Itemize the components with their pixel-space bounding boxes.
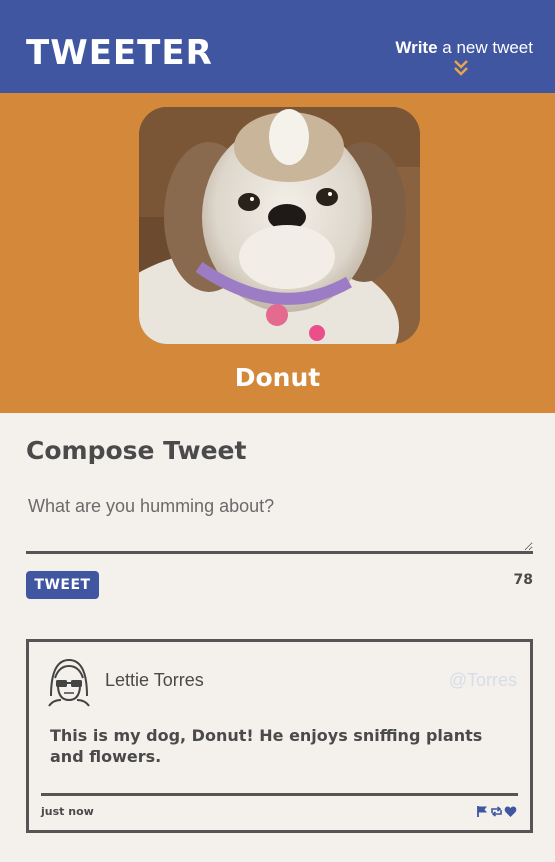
double-chevron-down-icon[interactable] — [453, 59, 469, 77]
compose-title: Compose Tweet — [26, 436, 247, 465]
dog-photo — [139, 107, 420, 344]
profile-username: Donut — [234, 363, 321, 392]
top-nav: TWEETER Write a new tweet — [0, 0, 555, 93]
write-bold-label: Write — [395, 38, 438, 57]
tweet-timestamp: just now — [41, 805, 94, 818]
tweet-author-handle: @Torres — [448, 670, 517, 690]
brand-logo: TWEETER — [26, 33, 213, 73]
tweet-text-input[interactable] — [26, 490, 533, 554]
tweet-submit-button[interactable]: TWEET — [26, 571, 99, 599]
write-rest-label: a new tweet — [437, 38, 533, 57]
tweet-actions — [476, 804, 517, 818]
profile-header: Donut — [0, 93, 555, 413]
heart-icon[interactable] — [504, 805, 517, 818]
profile-avatar — [139, 107, 420, 344]
retweet-icon[interactable] — [490, 805, 503, 818]
character-counter: 78 — [513, 572, 533, 588]
flag-icon[interactable] — [476, 805, 489, 818]
tweet-divider — [41, 793, 518, 796]
user-glasses-avatar-icon — [48, 658, 90, 707]
tweet-content: This is my dog, Donut! He enjoys sniffin… — [50, 726, 483, 766]
write-new-tweet-link[interactable]: Write a new tweet — [395, 38, 533, 58]
tweet-card: Lettie Torres @Torres This is my dog, Do… — [26, 639, 533, 833]
tweet-author-name: Lettie Torres — [105, 670, 204, 690]
